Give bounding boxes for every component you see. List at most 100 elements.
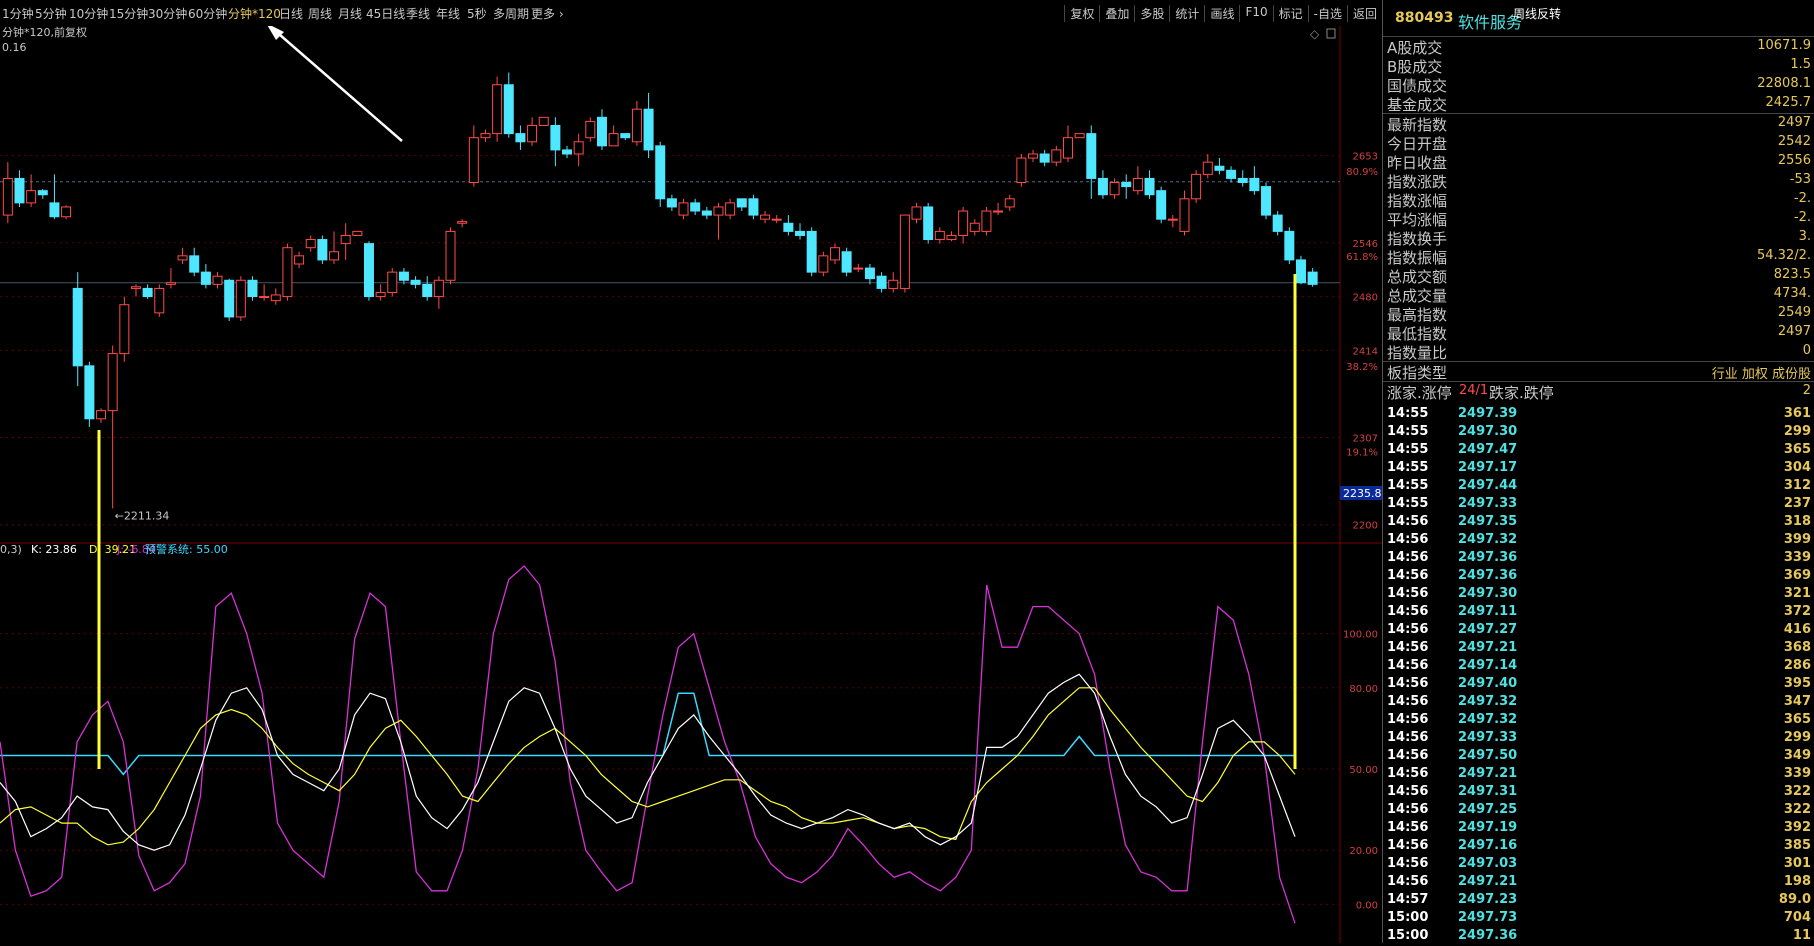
- tick-row[interactable]: 14:56 2497.21 339: [1383, 766, 1814, 784]
- tool-button-2[interactable]: 多股: [1134, 5, 1169, 22]
- tick-row[interactable]: 14:56 2497.21 198: [1383, 874, 1814, 892]
- candle-body: [130, 286, 141, 289]
- period-tab-3[interactable]: 15分钟: [109, 5, 148, 22]
- tick-row[interactable]: 14:55 2497.17 304: [1383, 460, 1814, 478]
- candle-body: [1109, 182, 1120, 196]
- tool-button-3[interactable]: 统计: [1169, 5, 1204, 22]
- tick-row[interactable]: 14:56 2497.32 399: [1383, 532, 1814, 550]
- period-tab-12[interactable]: 年线: [436, 5, 460, 22]
- period-tab-5[interactable]: 60分钟: [188, 5, 227, 22]
- tick-row[interactable]: 14:56 2497.25 322: [1383, 802, 1814, 820]
- tick-row[interactable]: 14:56 2497.27 416: [1383, 622, 1814, 640]
- tick-row[interactable]: 15:00 2497.73 704: [1383, 910, 1814, 928]
- candle: [981, 206, 992, 236]
- tick-price: 2497.32: [1458, 532, 1518, 547]
- tick-row[interactable]: 14:56 2497.50 349: [1383, 748, 1814, 766]
- tick-time: 14:56: [1387, 802, 1429, 817]
- candle: [352, 230, 363, 236]
- candle-body: [1214, 165, 1225, 171]
- stat-value: 2497: [1777, 324, 1811, 339]
- period-tab-6[interactable]: 分钟*120: [228, 5, 281, 22]
- period-tab-15[interactable]: 更多 ›: [531, 5, 564, 22]
- tick-volume: 339: [1783, 766, 1811, 781]
- candle: [445, 227, 456, 285]
- candle-body: [1028, 153, 1039, 159]
- low-marker: ←2211.34: [115, 509, 170, 522]
- period-tab-13[interactable]: 5秒: [467, 5, 487, 22]
- candle-body: [690, 202, 701, 212]
- period-toolbar: 1分钟 5分钟 10分钟 15分钟 30分钟 60分钟 分钟*120 日线 周线 月线 45日线 季线…: [0, 0, 1382, 27]
- index-type-value[interactable]: 行业 加权 成份股: [1712, 363, 1811, 382]
- tool-button-6[interactable]: 标记: [1272, 5, 1308, 22]
- stat-value: 22808.1: [1757, 76, 1811, 91]
- tool-button-7[interactable]: -自选: [1307, 5, 1347, 22]
- period-tab-0[interactable]: 1分钟: [2, 5, 34, 22]
- tick-time: 14:55: [1387, 496, 1429, 511]
- tick-row[interactable]: 14:56 2497.14 286: [1383, 658, 1814, 676]
- tick-row[interactable]: 14:56 2497.35 318: [1383, 514, 1814, 532]
- candle-body: [492, 84, 503, 135]
- tick-price: 2497.30: [1458, 586, 1518, 601]
- tool-button-1[interactable]: 叠加: [1099, 5, 1134, 22]
- period-tab-2[interactable]: 10分钟: [69, 5, 108, 22]
- period-tab-7[interactable]: 日线: [279, 5, 303, 22]
- tick-row[interactable]: 14:56 2497.36 369: [1383, 568, 1814, 586]
- tick-row[interactable]: 14:56 2497.03 301: [1383, 856, 1814, 874]
- tick-row[interactable]: 14:56 2497.36 339: [1383, 550, 1814, 568]
- tick-row[interactable]: 14:57 2497.23 89.0: [1383, 892, 1814, 910]
- tick-price: 2497.40: [1458, 676, 1518, 691]
- tick-volume: 286: [1783, 658, 1811, 673]
- tick-row[interactable]: 15:00 2497.36 11: [1383, 928, 1814, 946]
- tick-time: 14:56: [1387, 658, 1429, 673]
- tick-price: 2497.32: [1458, 694, 1518, 709]
- panel-header: 880493 软件服务 周线反转: [1383, 0, 1814, 37]
- tick-row[interactable]: 14:56 2497.32 365: [1383, 712, 1814, 730]
- tick-row[interactable]: 14:55 2497.47 365: [1383, 442, 1814, 460]
- tick-row[interactable]: 14:56 2497.30 321: [1383, 586, 1814, 604]
- stat-label: 指数振幅: [1387, 249, 1448, 267]
- stat-row: 总成交额 823.5: [1383, 266, 1814, 286]
- tick-row[interactable]: 14:56 2497.11 372: [1383, 604, 1814, 622]
- period-tab-9[interactable]: 月线: [338, 5, 362, 22]
- tick-volume: 304: [1783, 460, 1811, 475]
- period-tab-11[interactable]: 季线: [406, 5, 430, 22]
- tick-row[interactable]: 14:56 2497.40 395: [1383, 676, 1814, 694]
- price-axis-label: 2653: [1353, 152, 1378, 163]
- tick-time: 14:56: [1387, 676, 1429, 691]
- tick-row[interactable]: 14:56 2497.33 299: [1383, 730, 1814, 748]
- candle: [806, 227, 817, 277]
- stat-row: 基金成交 2425.7: [1383, 94, 1814, 114]
- tick-volume: 368: [1783, 640, 1811, 655]
- tool-button-8[interactable]: 返回: [1346, 5, 1382, 22]
- stat-label: 昨日收盘: [1387, 154, 1448, 172]
- tick-row[interactable]: 14:55 2497.39 361: [1383, 406, 1814, 424]
- candle-body: [1295, 259, 1306, 284]
- candle-body: [946, 234, 957, 241]
- period-tab-14[interactable]: 多周期: [493, 5, 529, 22]
- period-tab-1[interactable]: 5分钟: [35, 5, 67, 22]
- tool-button-0[interactable]: 复权: [1064, 5, 1099, 22]
- tick-price: 2497.17: [1458, 460, 1518, 475]
- period-tab-8[interactable]: 周线: [308, 5, 332, 22]
- tick-row[interactable]: 14:56 2497.32 347: [1383, 694, 1814, 712]
- tick-row[interactable]: 14:56 2497.19 392: [1383, 820, 1814, 838]
- tool-button-5[interactable]: F10: [1239, 5, 1272, 22]
- tick-price: 2497.35: [1458, 514, 1518, 529]
- tick-price: 2497.31: [1458, 784, 1518, 799]
- tick-row[interactable]: 14:56 2497.31 322: [1383, 784, 1814, 802]
- tick-row[interactable]: 14:56 2497.21 368: [1383, 640, 1814, 658]
- kline-chart[interactable]: 分钟*120,前复权 0.16 ←2211.34 2653 80.9% 2546 61…: [0, 26, 1382, 943]
- tick-row[interactable]: 14:55 2497.44 312: [1383, 478, 1814, 496]
- period-tab-10[interactable]: 45日线: [366, 5, 405, 22]
- candle: [923, 202, 934, 244]
- candle-body: [1156, 190, 1167, 220]
- candle-body: [49, 202, 60, 218]
- period-tab-4[interactable]: 30分钟: [148, 5, 187, 22]
- tick-list[interactable]: 14:55 2497.39 361 14:55 2497.30 299 14:55 2497.…: [1383, 406, 1814, 946]
- tick-price: 2497.36: [1458, 928, 1518, 943]
- tick-row[interactable]: 14:55 2497.30 299: [1383, 424, 1814, 442]
- tick-row[interactable]: 14:55 2497.33 237: [1383, 496, 1814, 514]
- tick-row[interactable]: 14:56 2497.16 385: [1383, 838, 1814, 856]
- tool-button-4[interactable]: 画线: [1204, 5, 1239, 22]
- indicator-axis-label: 80.00: [1349, 684, 1378, 695]
